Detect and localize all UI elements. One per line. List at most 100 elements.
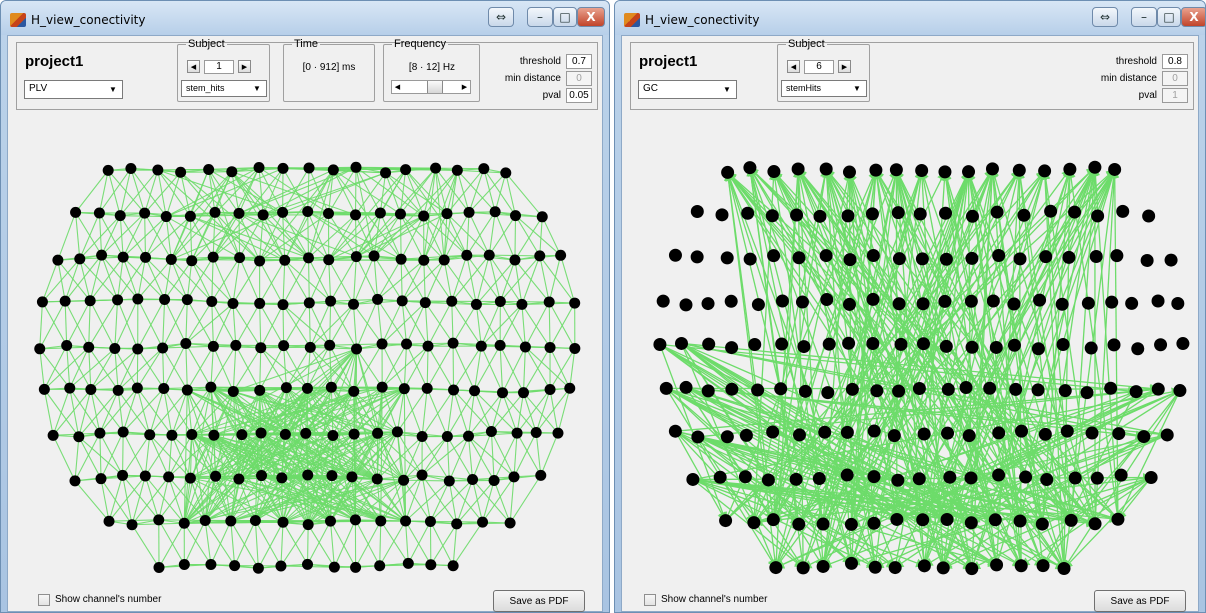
connection-edge xyxy=(328,259,332,302)
connection-edge xyxy=(333,519,356,568)
subject-next-button[interactable]: ▶ xyxy=(238,60,251,73)
connection-edge xyxy=(381,302,426,345)
connection-edge xyxy=(490,431,495,481)
close-button[interactable]: X xyxy=(1181,7,1205,27)
electrode-node xyxy=(401,338,413,350)
show-channel-checkbox[interactable] xyxy=(644,594,656,606)
electrode-node xyxy=(1068,205,1082,219)
subject-prev-button[interactable]: ◀ xyxy=(187,60,200,73)
electrode-node xyxy=(301,382,313,394)
subject-number[interactable]: 1 xyxy=(204,60,234,74)
electrode-node xyxy=(555,249,567,261)
measure-select[interactable]: PLV ▼ xyxy=(24,80,123,99)
electrode-node xyxy=(517,387,529,399)
minimize-button[interactable]: – xyxy=(527,7,553,27)
electrode-node xyxy=(765,209,779,223)
connection-edge xyxy=(117,299,139,350)
slider-thumb[interactable] xyxy=(427,81,444,93)
electrode-node xyxy=(85,384,97,396)
electrode-node xyxy=(1056,337,1070,351)
electrode-node xyxy=(761,473,775,487)
electrode-node xyxy=(323,254,335,266)
electrode-node xyxy=(1058,384,1072,398)
electrode-node xyxy=(916,513,930,527)
chevron-down-icon: ▼ xyxy=(853,84,861,93)
slider-right-arrow[interactable]: ▶ xyxy=(459,81,470,93)
electrode-node xyxy=(205,381,217,393)
electrode-node xyxy=(720,430,734,444)
threshold-field[interactable]: 0.8 xyxy=(1162,54,1188,69)
frequency-slider[interactable]: ◀ ▶ xyxy=(391,80,471,94)
electrode-node xyxy=(1104,381,1118,395)
electrode-node xyxy=(208,429,220,441)
electrode-node xyxy=(47,429,59,441)
restore-button[interactable]: ⇔ xyxy=(1092,7,1118,27)
electrode-node xyxy=(1160,428,1174,442)
electrode-node xyxy=(350,161,362,173)
subject-prev-button[interactable]: ◀ xyxy=(787,60,800,73)
electrode-node xyxy=(988,513,1002,527)
slider-left-arrow[interactable]: ◀ xyxy=(392,81,403,93)
pval-field[interactable]: 0.05 xyxy=(566,88,592,103)
connection-edge xyxy=(307,257,310,303)
connection-edge xyxy=(353,255,375,305)
left-window: H_view_conectivity ⇔ – □ X project1 PLV … xyxy=(0,0,610,613)
threshold-field[interactable]: 0.7 xyxy=(566,54,592,69)
minimize-button[interactable]: – xyxy=(1131,7,1157,27)
connection-edge xyxy=(560,255,576,304)
electrode-node xyxy=(891,206,905,220)
subject-next-button[interactable]: ▶ xyxy=(838,60,851,73)
electrode-node xyxy=(1125,296,1139,310)
electrode-node xyxy=(1060,424,1074,438)
electrode-node xyxy=(866,249,880,263)
connection-edge xyxy=(57,212,77,261)
electrode-node xyxy=(892,297,906,311)
electrode-node xyxy=(421,382,433,394)
electrode-node xyxy=(488,474,500,486)
subject-number[interactable]: 6 xyxy=(804,60,834,74)
save-pdf-button[interactable]: Save as PDF xyxy=(1094,590,1186,612)
electrode-node xyxy=(277,162,289,174)
maximize-button[interactable]: □ xyxy=(1157,7,1181,27)
connection-edge xyxy=(131,524,160,568)
connection-edge xyxy=(501,392,518,434)
title-bar[interactable]: H_view_conectivity ⇔ – □ X xyxy=(1,1,609,35)
connection-edge xyxy=(232,345,237,392)
electrode-node xyxy=(236,429,248,441)
electrode-node xyxy=(690,250,704,264)
electrode-node xyxy=(253,161,265,173)
connection-edge xyxy=(39,300,66,350)
save-pdf-button[interactable]: Save as PDF xyxy=(493,590,585,612)
connection-edge xyxy=(509,476,515,524)
electrode-node xyxy=(1038,427,1052,441)
title-bar[interactable]: H_view_conectivity ⇔ – □ X xyxy=(615,1,1205,35)
maximize-button[interactable]: □ xyxy=(553,7,577,27)
electrode-node xyxy=(775,294,789,308)
electrode-node xyxy=(1084,341,1098,355)
show-channel-checkbox[interactable] xyxy=(38,594,50,606)
connection-edge xyxy=(379,520,382,566)
electrode-node xyxy=(400,164,412,176)
connection-edge xyxy=(137,298,164,349)
electrode-node xyxy=(1151,294,1165,308)
connection-edge xyxy=(282,304,331,346)
electrode-node xyxy=(73,431,85,443)
connection-edge xyxy=(451,301,454,344)
connection-edge xyxy=(284,259,331,302)
connection-edge xyxy=(144,213,147,258)
connection-edge xyxy=(403,388,423,437)
electrode-node xyxy=(374,207,386,219)
electrode-node xyxy=(725,382,739,396)
connection-edge xyxy=(39,348,45,390)
measure-select[interactable]: GC ▼ xyxy=(638,80,737,99)
dataset-select[interactable]: stem_hits ▼ xyxy=(181,80,267,97)
electrode-node xyxy=(303,252,315,264)
connection-edge xyxy=(535,389,551,433)
restore-button[interactable]: ⇔ xyxy=(488,7,514,27)
electrode-node xyxy=(83,341,95,353)
electrode-node xyxy=(181,294,193,306)
close-button[interactable]: X xyxy=(577,7,605,27)
electrode-node xyxy=(1091,209,1105,223)
min-distance-label: min distance xyxy=(1100,73,1157,84)
dataset-select[interactable]: stemHits ▼ xyxy=(781,80,867,97)
